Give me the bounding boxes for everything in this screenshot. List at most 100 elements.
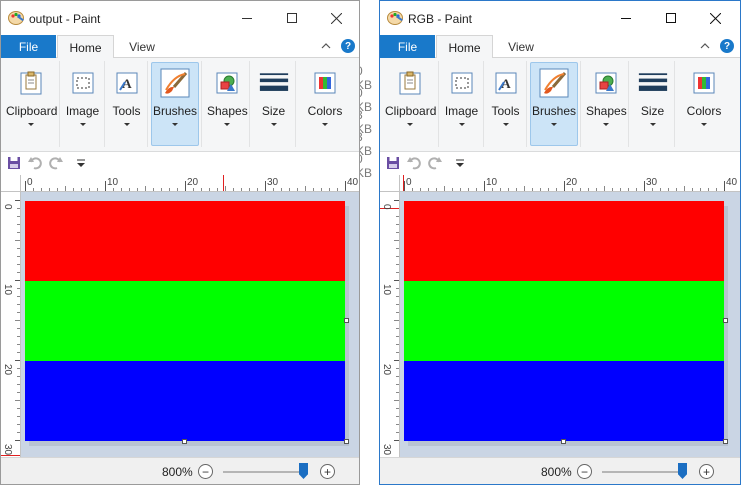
- help-icon[interactable]: ?: [720, 39, 734, 53]
- image-label: Image: [65, 104, 100, 118]
- zoom-out-icon[interactable]: −: [198, 464, 213, 479]
- ruler-corner: [380, 175, 400, 192]
- tab-home[interactable]: Home: [57, 35, 114, 59]
- redo-icon[interactable]: [49, 156, 63, 170]
- resize-handle-right[interactable]: [723, 318, 728, 323]
- minimize-button[interactable]: [224, 1, 269, 35]
- vertical-ruler: 0 10 20 30: [1, 192, 21, 457]
- horizontal-ruler: 0 10 20 30 40: [21, 175, 359, 192]
- close-button[interactable]: [314, 1, 359, 35]
- chevron-down-icon: [79, 123, 86, 126]
- select-icon: [447, 68, 477, 98]
- brush-icon: [160, 68, 190, 98]
- colors-button[interactable]: Colors: [684, 62, 724, 146]
- quick-access-toolbar: [1, 152, 359, 175]
- save-icon[interactable]: [386, 156, 400, 170]
- ruler-ticks: [1, 200, 20, 456]
- resize-handle-corner[interactable]: [723, 439, 728, 444]
- colors-label: Colors: [686, 104, 722, 118]
- zoom-slider-thumb[interactable]: [678, 463, 687, 479]
- customize-qat-icon[interactable]: [74, 156, 88, 170]
- blue-band: [404, 361, 724, 441]
- image-button[interactable]: Image: [442, 62, 481, 146]
- brushes-button[interactable]: Brushes: [530, 62, 578, 146]
- zoom-out-icon[interactable]: −: [577, 464, 592, 479]
- group-shapes: Shapes: [204, 61, 250, 147]
- chevron-up-icon[interactable]: [700, 41, 710, 51]
- resize-handle-right[interactable]: [344, 318, 349, 323]
- group-colors: Colors: [682, 61, 726, 147]
- shapes-label: Shapes: [586, 104, 627, 118]
- title-bar[interactable]: RGB - Paint: [380, 1, 740, 35]
- tab-file[interactable]: File: [1, 35, 56, 58]
- ruler-label: 40: [726, 177, 738, 188]
- zoom-in-icon[interactable]: +: [320, 464, 335, 479]
- canvas-workspace: 0 10 20 30 40 0 10 20 30: [380, 175, 740, 457]
- ruler-label: 30: [267, 177, 279, 188]
- ruler-label: 0: [406, 177, 412, 188]
- clipboard-button[interactable]: Clipboard: [384, 62, 436, 146]
- chevron-down-icon: [123, 123, 130, 126]
- ribbon-home: Clipboard Image A Tools Brushes Shapes S…: [1, 58, 359, 152]
- shapes-icon: [591, 68, 621, 98]
- minimize-button[interactable]: [603, 1, 648, 35]
- image-canvas[interactable]: [25, 201, 345, 441]
- ruler-label: 40: [347, 177, 359, 188]
- desktop: 0 KB 0 KB 3 KB 3 KB 0 KB output - Paint: [0, 0, 741, 485]
- tools-button[interactable]: A Tools: [108, 62, 145, 146]
- chevron-up-icon[interactable]: [321, 41, 331, 51]
- zoom-in-icon[interactable]: +: [699, 464, 714, 479]
- maximize-button[interactable]: [269, 1, 314, 35]
- ruler-label: 30: [381, 444, 392, 456]
- ruler-label: 20: [381, 364, 392, 376]
- clipboard-button[interactable]: Clipboard: [5, 62, 57, 146]
- chevron-down-icon: [602, 123, 609, 126]
- ruler-label: 20: [566, 177, 578, 188]
- colors-button[interactable]: Colors: [305, 62, 345, 146]
- maximize-icon: [286, 13, 297, 23]
- maximize-button[interactable]: [648, 1, 693, 35]
- resize-handle-corner[interactable]: [344, 439, 349, 444]
- red-band: [404, 201, 724, 281]
- tab-view[interactable]: View: [121, 35, 163, 58]
- tab-view[interactable]: View: [500, 35, 542, 58]
- shapes-button[interactable]: Shapes: [206, 62, 248, 146]
- brushes-button[interactable]: Brushes: [151, 62, 199, 146]
- tab-home[interactable]: Home: [436, 35, 493, 59]
- resize-handle-bottom[interactable]: [182, 439, 187, 444]
- clipboard-icon: [395, 68, 425, 98]
- undo-icon[interactable]: [407, 156, 421, 170]
- zoom-slider-track[interactable]: [602, 471, 682, 473]
- shapes-icon: [212, 68, 242, 98]
- customize-qat-icon[interactable]: [453, 156, 467, 170]
- tab-file[interactable]: File: [380, 35, 435, 58]
- help-icon[interactable]: ?: [341, 39, 355, 53]
- zoom-slider-thumb[interactable]: [299, 463, 308, 479]
- undo-icon[interactable]: [28, 156, 42, 170]
- image-button[interactable]: Image: [63, 62, 102, 146]
- chevron-down-icon: [551, 123, 557, 126]
- chevron-down-icon: [407, 123, 413, 126]
- group-image: Image: [440, 61, 484, 147]
- colors-icon: [310, 68, 340, 98]
- shapes-button[interactable]: Shapes: [585, 62, 627, 146]
- zoom-level: 800%: [162, 465, 193, 479]
- ruler-label: 0: [381, 204, 392, 210]
- save-icon[interactable]: [7, 156, 21, 170]
- size-button[interactable]: Size: [254, 62, 293, 146]
- tools-button[interactable]: A Tools: [487, 62, 524, 146]
- redo-icon[interactable]: [428, 156, 442, 170]
- close-icon: [710, 12, 721, 24]
- select-icon: [68, 68, 98, 98]
- chevron-down-icon: [458, 123, 465, 126]
- size-button[interactable]: Size: [633, 62, 672, 146]
- vertical-ruler: 0 10 20 30: [380, 192, 400, 457]
- image-canvas[interactable]: [404, 201, 724, 441]
- resize-handle-bottom[interactable]: [561, 439, 566, 444]
- chevron-down-icon: [28, 123, 34, 126]
- group-colors: Colors: [303, 61, 347, 147]
- title-bar[interactable]: output - Paint: [1, 1, 359, 35]
- zoom-slider-track[interactable]: [223, 471, 303, 473]
- canvas-workspace: 0 10 20 30 40 0 10 20 30: [1, 175, 359, 457]
- close-button[interactable]: [693, 1, 738, 35]
